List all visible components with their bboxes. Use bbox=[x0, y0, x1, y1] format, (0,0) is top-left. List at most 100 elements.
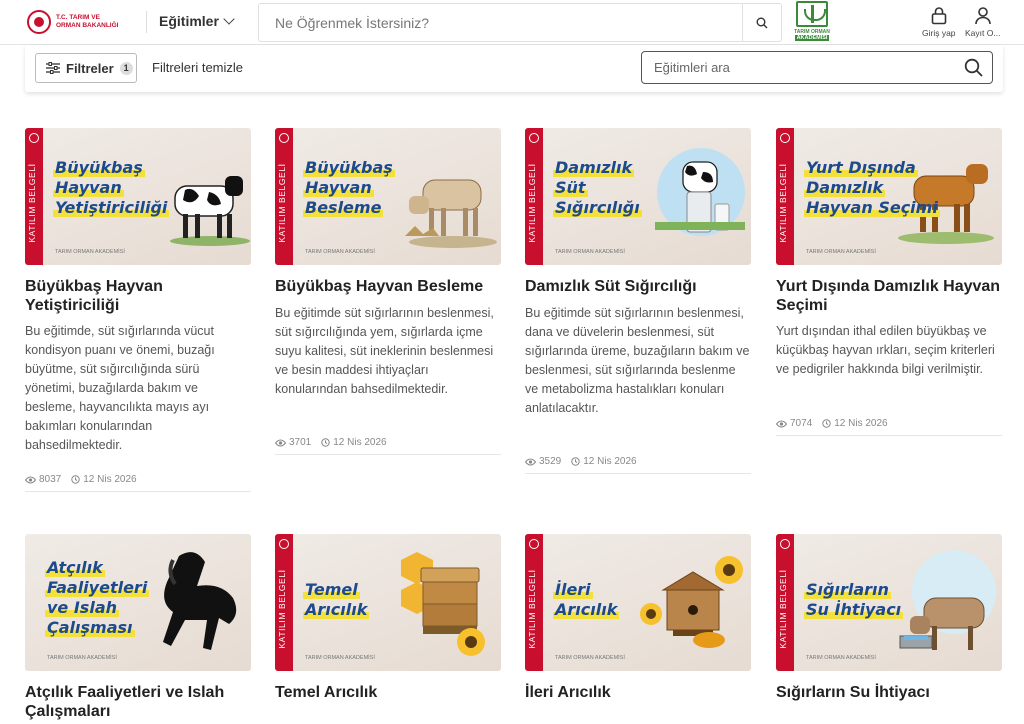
training-thumbnail[interactable]: KATILIM BELGELİ Sığırların Su İhtiyacı TARI… bbox=[776, 534, 1002, 671]
thumbnail-title-line: Temel bbox=[303, 580, 360, 599]
training-title[interactable]: Sığırların Su İhtiyacı bbox=[776, 684, 1002, 703]
view-count: 8037 bbox=[25, 474, 61, 485]
eye-icon bbox=[525, 458, 536, 465]
training-card[interactable]: KATILIM BELGELİ İleri Arıcılık TARIM ORMAN … bbox=[525, 534, 751, 724]
trainings-search bbox=[641, 51, 993, 84]
chevron-down-icon bbox=[223, 13, 235, 25]
filters-button[interactable]: Filtreler 1 bbox=[35, 53, 137, 83]
training-title[interactable]: İleri Arıcılık bbox=[525, 684, 751, 703]
training-description: Bu eğitimde süt sığırlarının beslenmesi,… bbox=[275, 306, 494, 396]
training-thumbnail[interactable]: KATILIM BELGELİ Temel Arıcılık TARIM ORMAN … bbox=[275, 534, 501, 671]
filters-count-badge: 1 bbox=[119, 61, 133, 75]
akademi-book-icon bbox=[796, 1, 828, 27]
header-search-button[interactable] bbox=[742, 4, 781, 41]
view-count-value: 3701 bbox=[289, 437, 312, 448]
training-title[interactable]: Damızlık Süt Sığırcılığı bbox=[525, 278, 751, 297]
publish-date-value: 12 Nis 2026 bbox=[83, 474, 137, 485]
ministry-logo[interactable]: T.C. TARIM VE ORMAN BAKANLIĞI bbox=[27, 6, 137, 38]
thumbnail-title: Atçılık Faaliyetleri ve Islah Çalışması bbox=[44, 558, 162, 638]
thumbnail-title-line: Faaliyetleri bbox=[44, 578, 150, 597]
user-icon bbox=[974, 7, 991, 25]
publish-date: 12 Nis 2026 bbox=[571, 456, 637, 467]
certificate-ribbon-label: KATILIM BELGELİ bbox=[277, 163, 287, 243]
view-count: 7074 bbox=[776, 418, 812, 429]
thumbnail-title: Sığırların Su İhtiyacı bbox=[803, 580, 921, 620]
akademi-logo-line2: AKADEMİSİ bbox=[794, 35, 830, 41]
header-search-input[interactable] bbox=[259, 4, 744, 41]
seal-icon bbox=[29, 133, 39, 143]
training-card[interactable]: Atçılık Faaliyetleri ve Islah Çalışması TARI… bbox=[25, 534, 251, 724]
training-card[interactable]: KATILIM BELGELİ Büyükbaş Hayvan Besleme TARI… bbox=[275, 128, 501, 455]
academy-watermark: TARIM ORMAN AKADEMİSİ bbox=[55, 249, 125, 255]
training-thumbnail[interactable]: Atçılık Faaliyetleri ve Islah Çalışması TARI… bbox=[25, 534, 251, 671]
cow-bw-illustration-icon bbox=[170, 176, 250, 246]
training-card[interactable]: KATILIM BELGELİ Büyükbaş Hayvan Yetiştirici… bbox=[25, 128, 251, 492]
academy-watermark: TARIM ORMAN AKADEMİSİ bbox=[555, 655, 625, 661]
eye-icon bbox=[25, 476, 36, 483]
training-thumbnail[interactable]: KATILIM BELGELİ Büyükbaş Hayvan Besleme TARI… bbox=[275, 128, 501, 265]
training-card[interactable]: KATILIM BELGELİ Yurt Dışında Damızlık Hayva… bbox=[776, 128, 1002, 436]
certificate-ribbon: KATILIM BELGELİ bbox=[525, 534, 543, 671]
login-button[interactable]: Giriş yap bbox=[922, 6, 956, 38]
thumbnail-title-line: İleri bbox=[553, 580, 593, 599]
tarim-orman-akademisi-logo[interactable]: TARIM ORMAN AKADEMİSİ bbox=[794, 1, 830, 43]
register-label: Kayıt O... bbox=[965, 28, 1001, 38]
thumbnail-title-line: Sığırcılığı bbox=[553, 198, 642, 217]
register-button[interactable]: Kayıt O... bbox=[965, 6, 1000, 38]
training-title[interactable]: Yurt Dışında Damızlık Hayvan Seçimi bbox=[776, 278, 1002, 315]
search-icon[interactable] bbox=[964, 58, 983, 77]
training-thumbnail[interactable]: KATILIM BELGELİ İleri Arıcılık TARIM ORMAN … bbox=[525, 534, 751, 671]
training-title[interactable]: Büyükbaş Hayvan Yetiştiriciliği bbox=[25, 278, 251, 315]
training-thumbnail[interactable]: KATILIM BELGELİ Büyükbaş Hayvan Yetiştirici… bbox=[25, 128, 251, 265]
academy-watermark: TARIM ORMAN AKADEMİSİ bbox=[806, 249, 876, 255]
training-title[interactable]: Atçılık Faaliyetleri ve Islah Çalışmalar… bbox=[25, 684, 251, 721]
academy-watermark: TARIM ORMAN AKADEMİSİ bbox=[47, 655, 117, 661]
training-description: Bu eğitimde süt sığırlarının beslenmesi,… bbox=[525, 306, 750, 415]
training-meta: 3701 12 Nis 2026 bbox=[275, 437, 501, 455]
certificate-ribbon: KATILIM BELGELİ bbox=[275, 128, 293, 265]
clock-icon bbox=[571, 457, 580, 466]
certificate-ribbon-label: KATILIM BELGELİ bbox=[277, 569, 287, 649]
thumbnail-title-line: Yurt Dışında bbox=[804, 158, 918, 177]
training-title[interactable]: Temel Arıcılık bbox=[275, 684, 501, 703]
thumbnail-title-line: Büyükbaş bbox=[53, 158, 145, 177]
certificate-ribbon: KATILIM BELGELİ bbox=[275, 534, 293, 671]
top-header: T.C. TARIM VE ORMAN BAKANLIĞI Eğitimler … bbox=[0, 0, 1024, 45]
trainings-menu-label: Eğitimler bbox=[159, 13, 219, 29]
thumbnail-title-line: Arıcılık bbox=[552, 600, 620, 619]
training-card[interactable]: KATILIM BELGELİ Temel Arıcılık TARIM ORMAN … bbox=[275, 534, 501, 724]
header-search bbox=[258, 3, 782, 42]
thumbnail-title-line: Arıcılık bbox=[302, 600, 370, 619]
publish-date: 12 Nis 2026 bbox=[71, 474, 137, 485]
training-card[interactable]: KATILIM BELGELİ Sığırların Su İhtiyacı TARI… bbox=[776, 534, 1002, 724]
trainings-menu-button[interactable]: Eğitimler bbox=[159, 13, 235, 29]
certificate-ribbon: KATILIM BELGELİ bbox=[25, 128, 43, 265]
thumbnail-title-line: Hayvan bbox=[53, 178, 124, 197]
trainings-search-input[interactable] bbox=[642, 52, 952, 82]
training-description: Bu eğitimde, süt sığırlarında vücut kond… bbox=[25, 324, 215, 452]
seal-icon bbox=[279, 539, 289, 549]
seal-icon bbox=[780, 539, 790, 549]
certificate-ribbon-label: KATILIM BELGELİ bbox=[778, 569, 788, 649]
training-thumbnail[interactable]: KATILIM BELGELİ Damızlık Süt Sığırcılığı TAR… bbox=[525, 128, 751, 265]
thumbnail-title: Damızlık Süt Sığırcılığı bbox=[552, 158, 670, 218]
training-description: Yurt dışından ithal edilen büyükbaş ve k… bbox=[776, 324, 995, 376]
login-label: Giriş yap bbox=[922, 28, 956, 38]
sliders-icon bbox=[46, 62, 60, 74]
thumbnail-title-line: Su İhtiyacı bbox=[803, 600, 904, 619]
search-icon bbox=[756, 17, 768, 28]
clear-filters-link[interactable]: Filtreleri temizle bbox=[152, 60, 243, 75]
filter-bar: Filtreler 1 Filtreleri temizle bbox=[25, 45, 1003, 92]
certificate-ribbon: KATILIM BELGELİ bbox=[776, 534, 794, 671]
filters-label: Filtreler bbox=[66, 60, 114, 76]
training-card[interactable]: KATILIM BELGELİ Damızlık Süt Sığırcılığı TAR… bbox=[525, 128, 751, 474]
certificate-ribbon: KATILIM BELGELİ bbox=[776, 128, 794, 265]
training-title[interactable]: Büyükbaş Hayvan Besleme bbox=[275, 278, 501, 297]
academy-watermark: TARIM ORMAN AKADEMİSİ bbox=[305, 655, 375, 661]
view-count-value: 8037 bbox=[39, 474, 62, 485]
academy-watermark: TARIM ORMAN AKADEMİSİ bbox=[305, 249, 375, 255]
thumbnail-title-line: Süt bbox=[553, 178, 588, 197]
training-meta: 7074 12 Nis 2026 bbox=[776, 418, 1002, 436]
publish-date: 12 Nis 2026 bbox=[822, 418, 888, 429]
training-thumbnail[interactable]: KATILIM BELGELİ Yurt Dışında Damızlık Hayva… bbox=[776, 128, 1002, 265]
